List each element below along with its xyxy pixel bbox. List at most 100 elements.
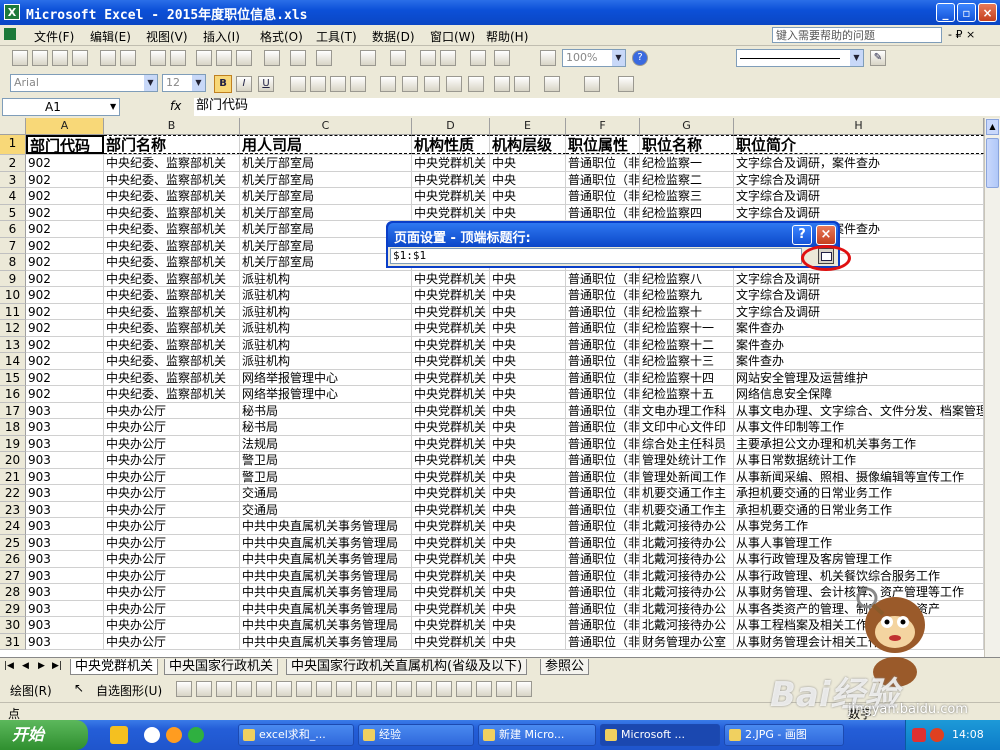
print-icon[interactable] xyxy=(100,50,116,66)
table-row[interactable]: 903 中央办公厅 中共中央直属机关事务管理局 中央党群机关 中央 普通职位（非 财务管理办… xyxy=(26,633,984,650)
table-cell[interactable]: 903 xyxy=(26,501,104,518)
table-cell[interactable]: 中央办公厅 xyxy=(104,485,240,501)
table-cell[interactable]: 普通职位（非 xyxy=(566,501,640,518)
table-cell[interactable]: 案件查办 xyxy=(734,336,984,353)
header-cell[interactable]: 机构层级 xyxy=(490,135,566,154)
table-cell[interactable]: 案件查办 xyxy=(734,353,984,369)
table-cell[interactable]: 中央党群机关 xyxy=(412,551,490,567)
row-header[interactable]: 13 xyxy=(0,336,26,353)
table-row[interactable]: 903 中央办公厅 中共中央直属机关事务管理局 中央党群机关 中央 普通职位（非 北戴河接待… xyxy=(26,584,984,601)
table-cell[interactable]: 普通职位（非 xyxy=(566,435,640,452)
table-cell[interactable]: 902 xyxy=(26,155,104,171)
start-button[interactable]: 开始 xyxy=(0,720,88,750)
minimize-button[interactable]: _ xyxy=(936,3,955,22)
draw-arrow-style-icon[interactable] xyxy=(476,681,492,697)
sheet-tab-1[interactable]: 中央国家行政机关 xyxy=(164,659,279,675)
table-cell[interactable]: 中央 xyxy=(490,204,566,221)
table-cell[interactable]: 中央办公厅 xyxy=(104,468,240,485)
font-size-combo[interactable]: 12 ▼ xyxy=(162,74,206,92)
row-header[interactable]: 21 xyxy=(0,468,26,485)
table-row[interactable]: 903 中央办公厅 中共中央直属机关事务管理局 中央党群机关 中央 普通职位（非 北戴河接待… xyxy=(26,567,984,584)
currency-icon[interactable] xyxy=(380,76,396,92)
draw-dash-style-icon[interactable] xyxy=(456,681,472,697)
table-cell[interactable]: 中央 xyxy=(490,468,566,485)
prev-sheet-arrow-icon[interactable]: ◀ xyxy=(22,661,29,671)
table-cell[interactable]: 中央党群机关 xyxy=(412,204,490,221)
table-cell[interactable]: 综合处主任科员 xyxy=(640,435,734,452)
table-cell[interactable]: 纪检监察四 xyxy=(640,204,734,221)
new-icon[interactable] xyxy=(12,50,28,66)
table-cell[interactable]: 902 xyxy=(26,386,104,402)
table-cell[interactable]: 普通职位（非 xyxy=(566,633,640,650)
table-cell[interactable]: 普通职位（非 xyxy=(566,303,640,320)
table-cell[interactable]: 普通职位（非 xyxy=(566,369,640,386)
underline-button[interactable]: U xyxy=(258,76,274,92)
row-header[interactable]: 11 xyxy=(0,303,26,320)
taskbar-item-0[interactable]: excel求和_... xyxy=(238,724,354,746)
table-cell[interactable]: 纪检监察三 xyxy=(640,188,734,204)
row-header[interactable]: 15 xyxy=(0,369,26,386)
table-cell[interactable]: 中央党群机关 xyxy=(412,468,490,485)
draw-font-color-icon[interactable] xyxy=(416,681,432,697)
table-cell[interactable]: 从事文电办理、文字综合、文件分发、档案管理 xyxy=(734,402,984,419)
column-header-A[interactable]: A xyxy=(26,118,104,135)
table-row[interactable]: 902 中央纪委、监察部机关 网络举报管理中心 中央党群机关 中央 普通职位（非 纪检监察十… xyxy=(26,369,984,386)
table-row[interactable]: 903 中央办公厅 中共中央直属机关事务管理局 中央党群机关 中央 普通职位（非 北戴河接待… xyxy=(26,551,984,568)
borders-icon[interactable] xyxy=(544,76,560,92)
table-cell[interactable]: 中央办公厅 xyxy=(104,551,240,567)
title-rows-input[interactable]: $1:$1 xyxy=(390,248,802,264)
table-cell[interactable]: 财务管理办公室 xyxy=(640,633,734,650)
table-cell[interactable]: 中央纪委、监察部机关 xyxy=(104,171,240,188)
table-cell[interactable]: 普通职位（非 xyxy=(566,452,640,468)
table-row[interactable]: 902 中央纪委、监察部机关 机关厅部室局 中央党群机关 中央 普通职位（非 纪检监察四 文字… xyxy=(26,204,984,221)
table-cell[interactable]: 普通职位（非 xyxy=(566,320,640,336)
row-header[interactable]: 28 xyxy=(0,584,26,601)
table-cell[interactable]: 普通职位（非 xyxy=(566,402,640,419)
table-row[interactable]: 903 中央办公厅 中共中央直属机关事务管理局 中央党群机关 中央 普通职位（非 北戴河接待… xyxy=(26,617,984,634)
name-box-dropdown-icon[interactable]: ▼ xyxy=(110,102,116,111)
table-row[interactable]: 902 中央纪委、监察部机关 派驻机构 中央党群机关 中央 普通职位（非 纪检监察九 文字综合… xyxy=(26,287,984,304)
table-cell[interactable]: 中央 xyxy=(490,617,566,633)
table-cell[interactable]: 中央 xyxy=(490,270,566,287)
row-header[interactable]: 22 xyxy=(0,485,26,502)
table-cell[interactable]: 警卫局 xyxy=(240,468,412,485)
ie-icon[interactable] xyxy=(144,727,160,743)
column-header-E[interactable]: E xyxy=(490,118,566,135)
header-cell[interactable]: 用人司局 xyxy=(240,135,412,154)
table-cell[interactable]: 普通职位（非 xyxy=(566,600,640,617)
table-cell[interactable]: 中共中央直属机关事务管理局 xyxy=(240,534,412,551)
table-cell[interactable]: 中央党群机关 xyxy=(412,435,490,452)
table-cell[interactable]: 从事新闻采编、照相、摄像编辑等宣传工作 xyxy=(734,468,984,485)
draw-wordart-icon[interactable] xyxy=(296,681,312,697)
font-name-combo[interactable]: Arial ▼ xyxy=(10,74,158,92)
column-header-F[interactable]: F xyxy=(566,118,640,135)
preview-icon[interactable] xyxy=(120,50,136,66)
table-cell[interactable]: 902 xyxy=(26,254,104,270)
vertical-scroll-thumb[interactable] xyxy=(986,138,999,188)
table-cell[interactable]: 中央纪委、监察部机关 xyxy=(104,221,240,237)
table-cell[interactable]: 902 xyxy=(26,320,104,336)
table-cell[interactable]: 中央纪委、监察部机关 xyxy=(104,254,240,270)
paste-icon[interactable] xyxy=(236,50,252,66)
table-cell[interactable]: 902 xyxy=(26,287,104,303)
help-search-input[interactable]: 键入需要帮助的问题 xyxy=(772,27,942,43)
quicklaunch-icon[interactable] xyxy=(110,726,128,744)
sum-icon[interactable] xyxy=(390,50,406,66)
table-cell[interactable]: 中央 xyxy=(490,155,566,171)
bold-button[interactable]: B xyxy=(214,75,232,93)
table-cell[interactable]: 承担机要交通的日常业务工作 xyxy=(734,485,984,501)
menu-item-3[interactable]: 插入(I) xyxy=(203,28,240,45)
table-cell[interactable]: 中央党群机关 xyxy=(412,353,490,369)
align-right-icon[interactable] xyxy=(330,76,346,92)
sheet-tab-3[interactable]: 参照公 xyxy=(540,659,590,675)
table-cell[interactable]: 中央党群机关 xyxy=(412,584,490,600)
excel-app-icon[interactable]: X xyxy=(4,4,20,20)
table-cell[interactable]: 机要交通工作主 xyxy=(640,485,734,501)
table-cell[interactable]: 普通职位（非 xyxy=(566,485,640,501)
table-cell[interactable]: 903 xyxy=(26,518,104,534)
table-cell[interactable]: 中央办公厅 xyxy=(104,518,240,534)
table-cell[interactable]: 派驻机构 xyxy=(240,270,412,287)
table-cell[interactable]: 纪检监察十五 xyxy=(640,386,734,402)
table-cell[interactable]: 中央党群机关 xyxy=(412,303,490,320)
table-cell[interactable]: 中央 xyxy=(490,551,566,567)
